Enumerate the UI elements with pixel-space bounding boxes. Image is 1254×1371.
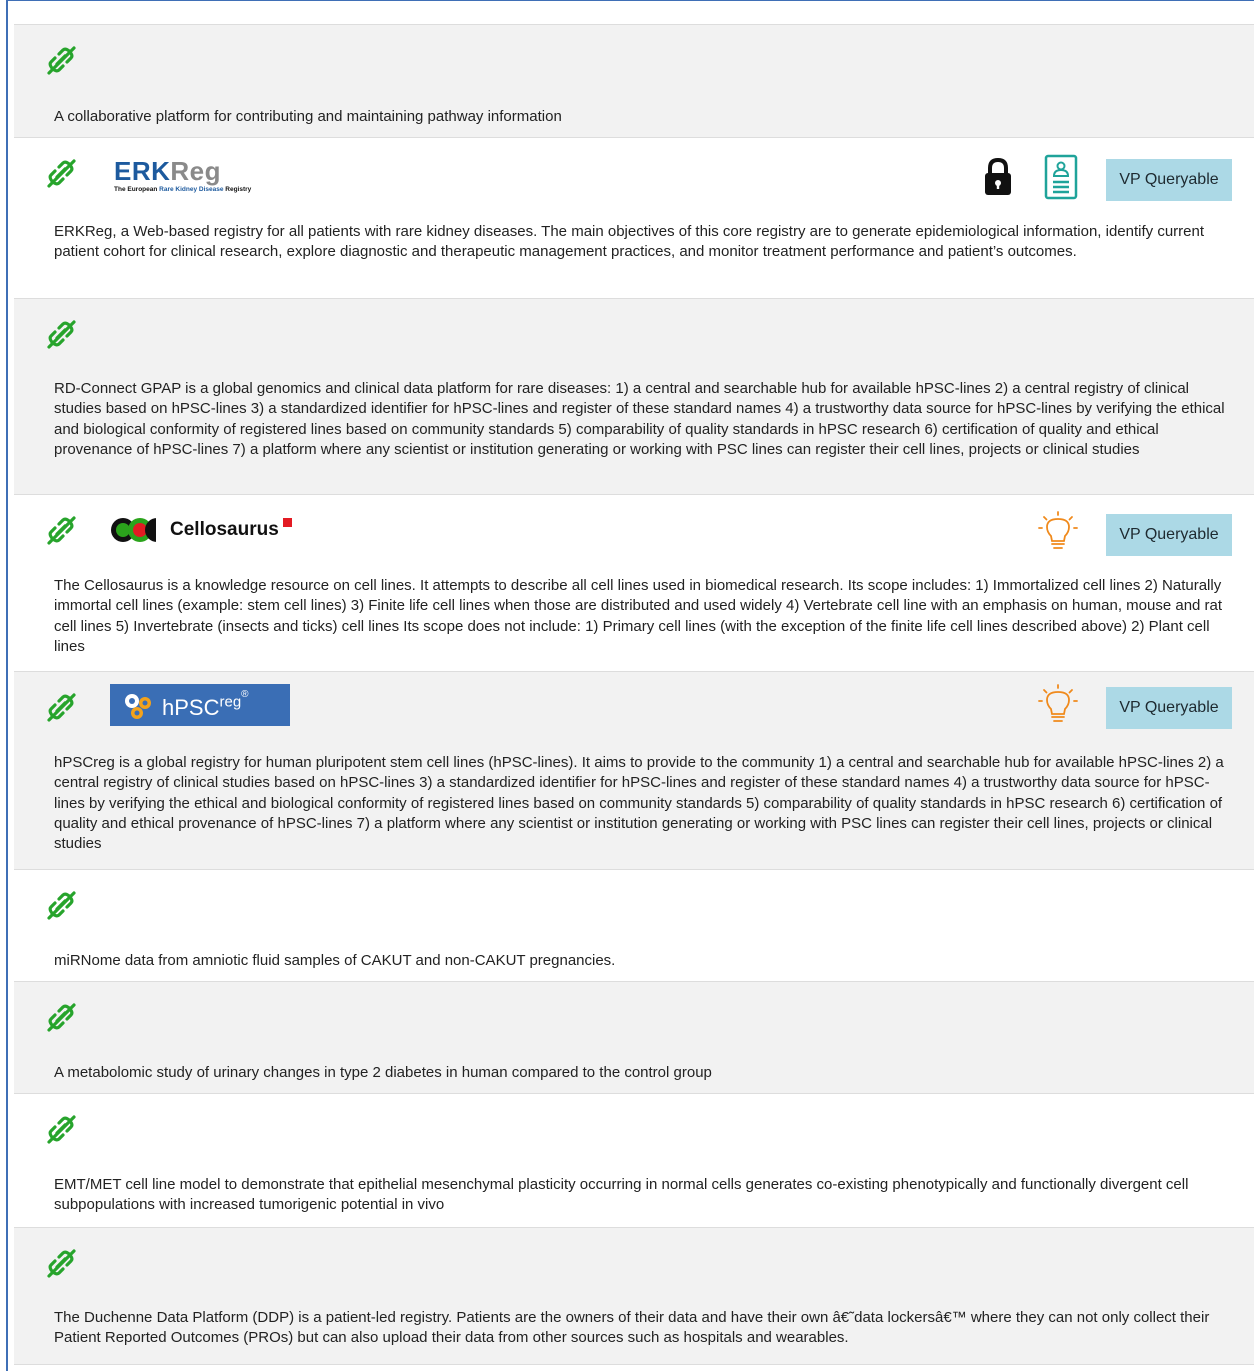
cellosaurus-logo: Cellosaurus [110, 515, 292, 545]
lightbulb-icon [1038, 684, 1078, 731]
list-item: RD-Connect GPAP is a global genomics and… [14, 299, 1254, 495]
hpscreg-logo: hPSCreg® [110, 684, 290, 726]
vp-queryable-badge[interactable]: VP Queryable [1106, 158, 1232, 201]
cellosaurus-logo-text: Cellosaurus [170, 519, 279, 540]
cellosaurus-mark-icon [111, 517, 166, 543]
list-item: The Duchenne Data Platform (DDP) is a pa… [14, 1228, 1254, 1365]
resource-tools: VP Queryable [982, 154, 1232, 205]
swiss-flag-icon [282, 517, 292, 527]
hpscreg-logo-text: hPSC [162, 695, 220, 720]
link-icon[interactable] [46, 158, 76, 188]
logo-text-part1: ERK [114, 156, 171, 186]
resource-description: miRNome data from amniotic fluid samples… [54, 952, 616, 969]
resource-description: RD-Connect GPAP is a global genomics and… [54, 380, 1225, 458]
resource-description: EMT/MET cell line model to demonstrate t… [54, 1176, 1189, 1214]
resource-list: A collaborative platform for contributin… [14, 24, 1254, 1365]
logo-subtitle-prefix: The European [114, 186, 160, 193]
list-item: A collaborative platform for contributin… [14, 25, 1254, 138]
frame-border-left [6, 0, 8, 1371]
link-icon[interactable] [46, 692, 76, 722]
logo-subtitle-highlight: Rare Kidney Disease [159, 186, 224, 193]
list-item: A metabolomic study of urinary changes i… [14, 982, 1254, 1094]
link-icon[interactable] [46, 890, 76, 920]
link-icon[interactable] [46, 1248, 76, 1278]
vp-queryable-badge[interactable]: VP Queryable [1106, 513, 1232, 556]
list-item: miRNome data from amniotic fluid samples… [14, 870, 1254, 982]
resource-tools: VP Queryable [1038, 684, 1232, 731]
logo-text-part2: Reg [170, 156, 222, 186]
logo-subtitle-suffix: Registry [223, 186, 252, 193]
list-item: hPSCreg® VP Queryable hPSCreg is a globa… [14, 672, 1254, 870]
document-icon [1044, 154, 1078, 205]
resource-description: The Duchenne Data Platform (DDP) is a pa… [54, 1309, 1210, 1347]
link-icon[interactable] [46, 45, 76, 75]
resource-description: ERKReg, a Web-based registry for all pat… [54, 223, 1205, 261]
erkreg-logo: ERKReg The European Rare Kidney Disease … [114, 158, 294, 198]
link-icon[interactable] [46, 319, 76, 349]
resource-tools: VP Queryable [1038, 511, 1232, 558]
resource-description: A metabolomic study of urinary changes i… [54, 1064, 712, 1081]
link-icon[interactable] [46, 515, 76, 545]
hpscreg-logo-sup: reg [219, 693, 242, 711]
lightbulb-icon [1038, 511, 1078, 558]
link-icon[interactable] [46, 1002, 76, 1032]
resource-description: hPSCreg is a global registry for human p… [54, 754, 1224, 853]
list-item: Cellosaurus VP Queryable The Cellosaurus… [14, 495, 1254, 672]
list-item: ERKReg The European Rare Kidney Disease … [14, 138, 1254, 299]
vp-queryable-badge[interactable]: VP Queryable [1106, 686, 1232, 729]
frame-border-top [6, 0, 1254, 1]
resource-description: A collaborative platform for contributin… [54, 108, 562, 125]
hpscreg-gears-icon [125, 694, 151, 719]
lock-icon [982, 157, 1014, 202]
hpscreg-logo-mark: ® [241, 689, 249, 700]
link-icon[interactable] [46, 1114, 76, 1144]
list-item: EMT/MET cell line model to demonstrate t… [14, 1094, 1254, 1228]
resource-description: The Cellosaurus is a knowledge resource … [54, 577, 1223, 655]
